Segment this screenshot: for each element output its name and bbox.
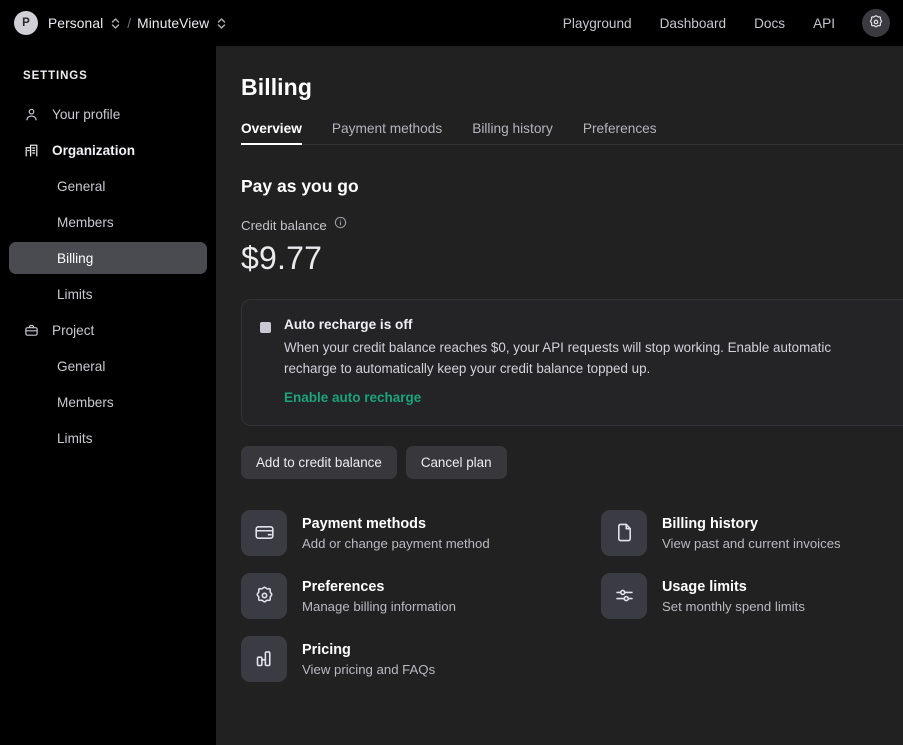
auto-recharge-title: Auto recharge is off [284, 317, 412, 332]
credit-balance-row: Credit balance [241, 216, 903, 234]
nav-playground[interactable]: Playground [549, 10, 646, 37]
main-content: Billing Overview Payment methods Billing… [216, 46, 903, 745]
settings-gear-button[interactable] [862, 9, 890, 37]
billing-tabs: Overview Payment methods Billing history… [241, 121, 903, 145]
add-to-credit-balance-button[interactable]: Add to credit balance [241, 446, 397, 479]
gear-icon [241, 573, 287, 619]
sidebar-item-label: Billing [57, 251, 93, 266]
sidebar-item-project-members[interactable]: Members [9, 386, 207, 418]
sidebar-item-label: General [57, 179, 105, 194]
top-navigation: Playground Dashboard Docs API [549, 9, 890, 37]
square-icon [260, 322, 271, 333]
sidebar-item-project-general[interactable]: General [9, 350, 207, 382]
briefcase-icon [23, 322, 40, 339]
auto-recharge-description: When your credit balance reaches $0, you… [284, 338, 856, 380]
tab-payment-methods[interactable]: Payment methods [332, 121, 442, 145]
sidebar-item-label: General [57, 359, 105, 374]
sidebar-item-label: Limits [57, 431, 93, 446]
sidebar-item-org-general[interactable]: General [9, 170, 207, 202]
sliders-icon [601, 573, 647, 619]
tab-preferences[interactable]: Preferences [583, 121, 657, 145]
card-title: Payment methods [302, 516, 426, 532]
sidebar-item-project-limits[interactable]: Limits [9, 422, 207, 454]
sidebar-item-your-profile[interactable]: Your profile [9, 98, 207, 130]
sidebar-item-label: Members [57, 395, 114, 410]
gear-icon [868, 14, 884, 33]
card-billing-history[interactable]: Billing history View past and current in… [601, 510, 903, 556]
card-subtitle: View past and current invoices [662, 536, 841, 551]
building-icon [23, 142, 40, 159]
sidebar-item-label: Project [52, 323, 94, 338]
nav-docs[interactable]: Docs [740, 10, 799, 37]
card-pricing[interactable]: Pricing View pricing and FAQs [241, 636, 601, 682]
nav-dashboard[interactable]: Dashboard [646, 10, 741, 37]
section-title-pay-as-you-go: Pay as you go [241, 176, 903, 197]
breadcrumb-separator: / [127, 15, 131, 31]
card-subtitle: Set monthly spend limits [662, 599, 805, 614]
sidebar-item-label: Limits [57, 287, 93, 302]
card-preferences[interactable]: Preferences Manage billing information [241, 573, 601, 619]
org-breadcrumb: P Personal / MinuteView [14, 11, 231, 35]
card-subtitle: View pricing and FAQs [302, 662, 435, 677]
card-title: Usage limits [662, 579, 747, 595]
credit-card-icon [241, 510, 287, 556]
billing-action-buttons: Add to credit balance Cancel plan [241, 446, 903, 479]
page-title: Billing [241, 74, 903, 101]
top-bar: P Personal / MinuteView Playground Dashb… [0, 0, 903, 46]
cancel-plan-button[interactable]: Cancel plan [406, 446, 507, 479]
credit-balance-amount: $9.77 [241, 240, 903, 277]
sidebar-item-label: Your profile [52, 107, 120, 122]
sidebar-item-project[interactable]: Project [9, 314, 207, 346]
tab-overview[interactable]: Overview [241, 121, 302, 145]
auto-recharge-card: Auto recharge is off When your credit ba… [241, 299, 903, 426]
sidebar-item-org-members[interactable]: Members [9, 206, 207, 238]
avatar: P [14, 11, 38, 35]
org-name[interactable]: Personal [48, 16, 103, 31]
bar-chart-icon [241, 636, 287, 682]
card-subtitle: Manage billing information [302, 599, 456, 614]
tab-billing-history[interactable]: Billing history [472, 121, 553, 145]
card-usage-limits[interactable]: Usage limits Set monthly spend limits [601, 573, 903, 619]
card-title: Pricing [302, 642, 351, 658]
project-name[interactable]: MinuteView [137, 16, 209, 31]
info-icon[interactable] [334, 216, 347, 234]
sidebar-item-label: Members [57, 215, 114, 230]
credit-balance-label: Credit balance [241, 218, 327, 233]
document-icon [601, 510, 647, 556]
card-title: Preferences [302, 579, 384, 595]
sidebar-item-billing[interactable]: Billing [9, 242, 207, 274]
sidebar-item-organization[interactable]: Organization [9, 134, 207, 166]
enable-auto-recharge-link[interactable]: Enable auto recharge [284, 390, 421, 405]
person-icon [23, 106, 40, 123]
settings-sidebar: SETTINGS Your profile Organization Gener… [0, 46, 216, 745]
card-payment-methods[interactable]: Payment methods Add or change payment me… [241, 510, 601, 556]
sidebar-item-org-limits[interactable]: Limits [9, 278, 207, 310]
card-title: Billing history [662, 516, 758, 532]
chevron-updown-icon[interactable] [110, 16, 121, 31]
sidebar-item-label: Organization [52, 143, 135, 158]
nav-api[interactable]: API [799, 10, 849, 37]
sidebar-heading: SETTINGS [9, 64, 207, 82]
card-subtitle: Add or change payment method [302, 536, 490, 551]
chevron-updown-icon-project[interactable] [216, 16, 227, 31]
billing-links-grid: Payment methods Add or change payment me… [241, 510, 903, 682]
